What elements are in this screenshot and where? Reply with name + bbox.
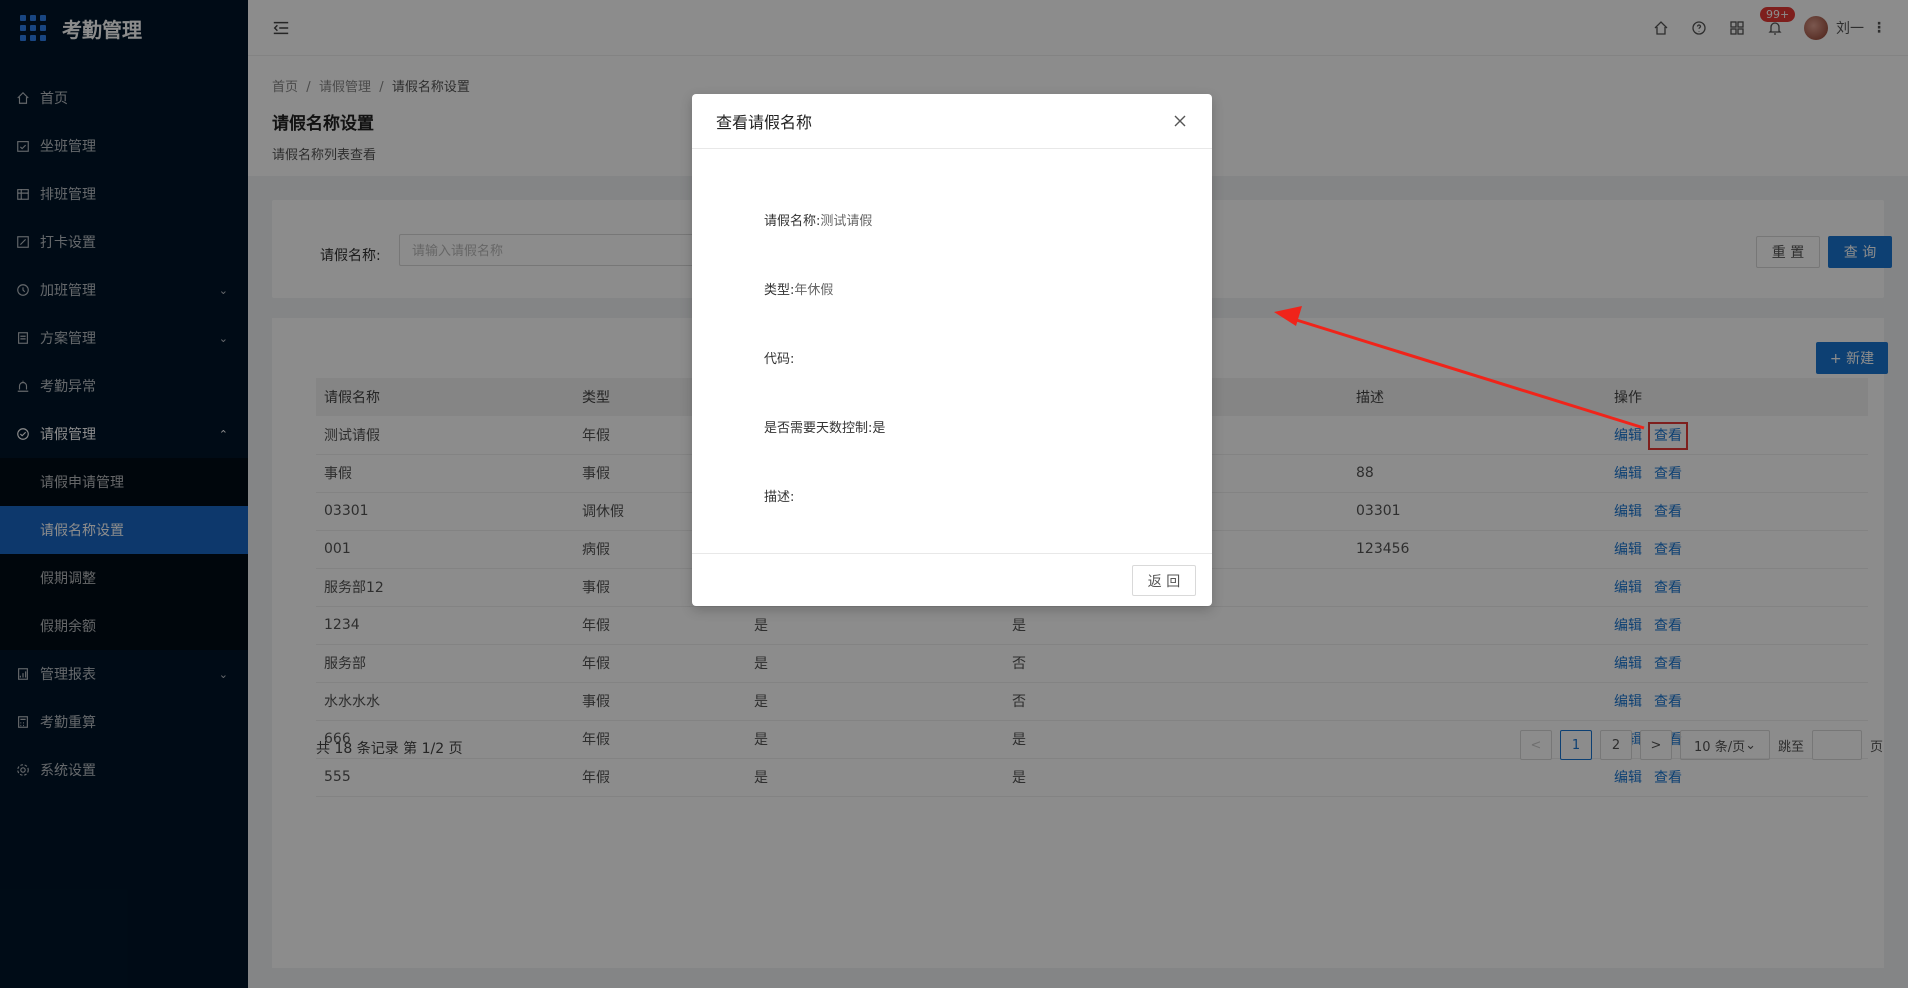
- modal-footer: 返 回: [692, 553, 1212, 606]
- field-value: 测试请假: [820, 214, 873, 229]
- field-day-control: 是否需要天数控制: 是: [764, 367, 1140, 436]
- field-description: 描述:: [764, 436, 1140, 505]
- field-value: 年休假: [794, 283, 834, 298]
- modal-body: 请假名称: 测试请假 类型: 年休假 代码: 是否需要天数控制: 是 描述:: [692, 149, 1212, 549]
- field-label: 是否需要天数控制:: [764, 421, 873, 436]
- modal-header: 查看请假名称: [692, 94, 1212, 149]
- field-label: 类型:: [764, 283, 795, 298]
- back-button[interactable]: 返 回: [1132, 565, 1196, 596]
- field-type: 类型: 年休假: [764, 229, 1140, 298]
- field-code: 代码:: [764, 298, 1140, 367]
- view-leave-name-modal: 查看请假名称 请假名称: 测试请假 类型: 年休假 代码: 是否需要天数控制: 是 描…: [692, 94, 1212, 606]
- close-icon[interactable]: [1170, 111, 1190, 131]
- modal-title: 查看请假名称: [716, 113, 813, 132]
- field-value: 是: [872, 421, 886, 436]
- field-label: 描述:: [764, 490, 795, 505]
- field-leave-name: 请假名称: 测试请假: [764, 149, 1140, 229]
- field-label: 代码:: [764, 352, 795, 367]
- field-label: 请假名称:: [764, 214, 821, 229]
